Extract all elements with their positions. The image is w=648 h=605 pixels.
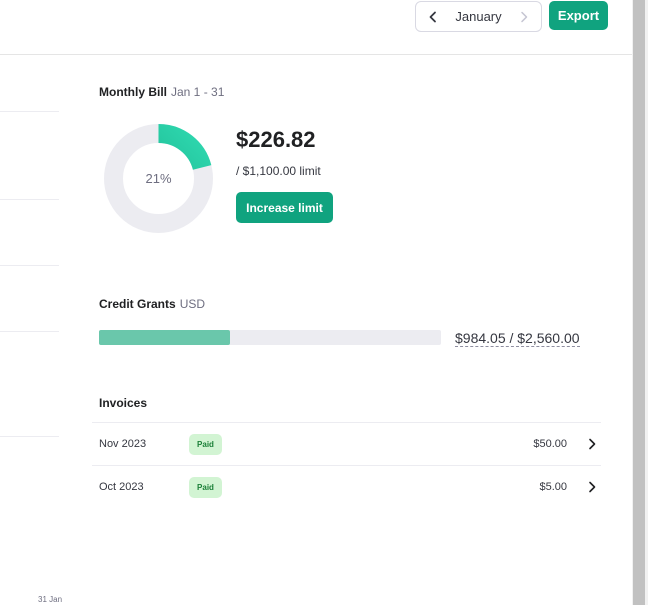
- x-axis-tick: 31 Jan: [38, 595, 63, 604]
- bill-limit: / $1,100.00 limit: [236, 164, 321, 178]
- status-badge: Paid: [189, 433, 222, 455]
- chart-gridline: [0, 111, 59, 112]
- invoice-amount: $50.00: [533, 438, 567, 450]
- chart-gridline: [0, 436, 59, 437]
- chart-gridline: [0, 199, 59, 200]
- chart-gridline: [0, 265, 59, 266]
- monthly-bill-range: Jan 1 - 31: [171, 85, 225, 99]
- scrollbar-thumb[interactable]: [633, 0, 645, 605]
- month-selector: January: [415, 1, 542, 32]
- credit-grants-title: Credit Grants: [99, 297, 176, 311]
- credit-progress-fill: [99, 330, 231, 345]
- donut-percent: 21%: [145, 171, 172, 186]
- chevron-left-icon[interactable]: [424, 8, 442, 26]
- invoice-row[interactable]: Oct 2023 Paid $5.00: [92, 465, 601, 508]
- invoice-row[interactable]: Nov 2023 Paid $50.00: [92, 422, 601, 465]
- credit-grants-header: Credit Grants USD: [99, 295, 205, 313]
- invoices-header: Invoices: [99, 394, 147, 412]
- invoice-date: Oct 2023: [99, 481, 144, 493]
- top-bar: January Export: [0, 0, 632, 55]
- invoices-title: Invoices: [99, 396, 148, 410]
- status-badge: Paid: [189, 476, 222, 498]
- chart-gridline: [0, 331, 59, 332]
- chevron-right-icon[interactable]: [585, 437, 599, 451]
- monthly-bill-header: Monthly Bill Jan 1 - 31: [99, 83, 224, 101]
- month-label: January: [455, 9, 502, 24]
- export-button[interactable]: Export: [549, 1, 608, 30]
- invoice-amount: $5.00: [539, 481, 567, 493]
- bill-amount: $226.82: [236, 127, 316, 152]
- credit-grants-currency: USD: [179, 297, 206, 311]
- credit-progress-bar: [99, 330, 441, 345]
- invoice-date: Nov 2023: [99, 438, 147, 450]
- increase-limit-button[interactable]: Increase limit: [236, 192, 333, 223]
- monthly-bill-title: Monthly Bill: [99, 85, 167, 99]
- chevron-right-icon[interactable]: [515, 8, 533, 26]
- credit-balance[interactable]: $984.05 / $2,560.00: [455, 330, 580, 347]
- invoice-list: Nov 2023 Paid $50.00 Oct 2023 Paid $5.00: [92, 422, 601, 508]
- chevron-right-icon[interactable]: [585, 480, 599, 494]
